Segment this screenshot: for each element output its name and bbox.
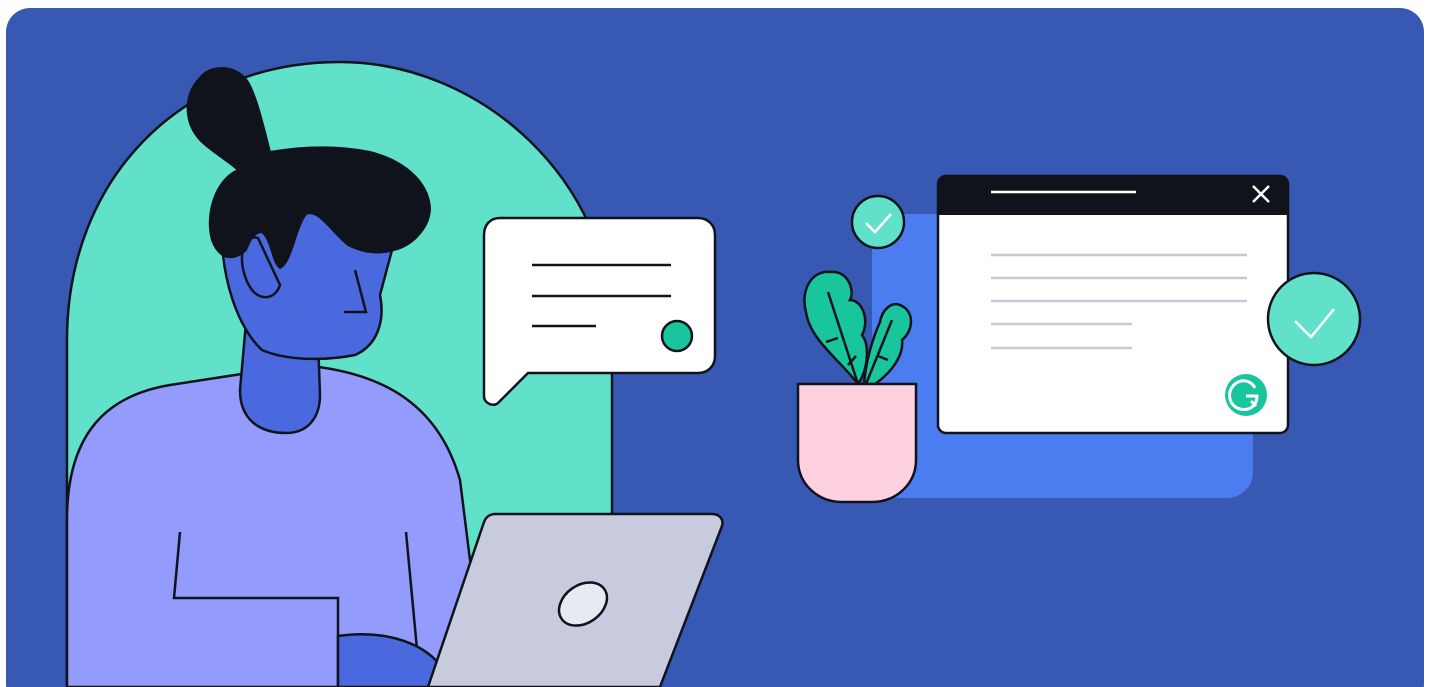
check-badge-large: [1266, 271, 1362, 367]
document-window-titlebar: [938, 176, 1288, 215]
grammarly-logo-icon[interactable]: [1225, 374, 1267, 416]
hero-illustration: [0, 0, 1434, 687]
plant-pot: [796, 382, 918, 504]
status-dot-icon: [660, 319, 694, 353]
check-badge-large-circle: [1266, 271, 1362, 367]
plant: [796, 270, 918, 504]
illustration-canvas: [6, 8, 1424, 687]
document-window: [936, 174, 1290, 435]
check-badge-small-circle: [850, 194, 906, 250]
check-badge-small: [850, 194, 906, 250]
